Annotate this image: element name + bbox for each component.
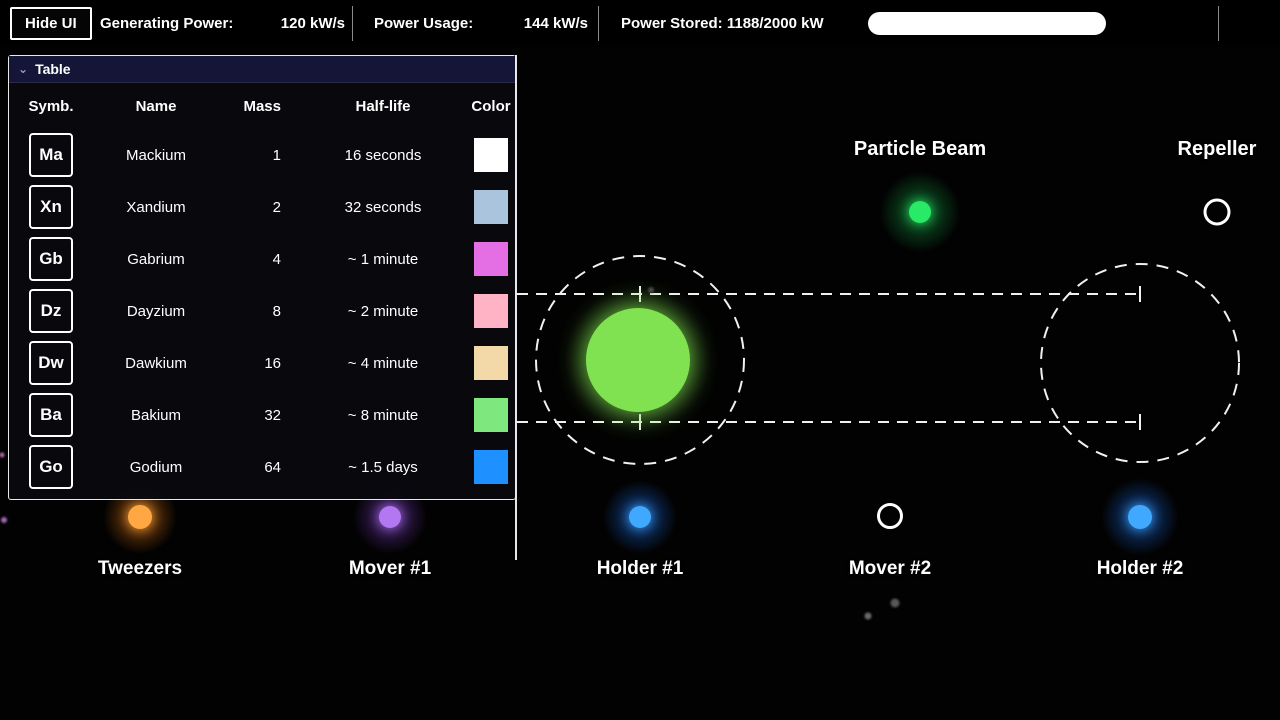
element-half-life: ~ 1.5 days	[348, 458, 418, 476]
element-name: Dawkium	[125, 354, 187, 372]
beam-particle[interactable]	[909, 201, 931, 223]
element-color-swatch	[474, 398, 508, 432]
tweezers-particle[interactable]	[128, 505, 152, 529]
element-name: Dayzium	[126, 302, 186, 320]
col-symbol: Symb.	[28, 97, 74, 115]
table-row: Go Godium 64 ~ 1.5 days	[9, 441, 515, 493]
collapse-chevron-icon: ⌄	[18, 62, 29, 76]
element-name: Bakium	[130, 406, 182, 424]
generating-power-value: 120 kW/s	[280, 15, 345, 32]
element-half-life: ~ 8 minute	[347, 406, 419, 424]
game-screen: Particle Beam Repeller Tweezers Mover #1…	[0, 0, 1280, 720]
debris-particle	[0, 452, 5, 458]
element-color-swatch	[474, 450, 508, 484]
particle-beam-label: Particle Beam	[853, 138, 987, 160]
generating-power-label: Generating Power:	[100, 15, 234, 32]
element-symbol: Ma	[29, 133, 73, 177]
repeller-label: Repeller	[1177, 138, 1257, 160]
held-particle[interactable]	[586, 308, 690, 412]
device-label-tweezers: Tweezers	[97, 558, 183, 579]
device-label-holder2: Holder #2	[1096, 558, 1184, 579]
element-color-swatch	[474, 294, 508, 328]
element-color-swatch	[474, 346, 508, 380]
element-symbol: Ba	[29, 393, 73, 437]
device-label-holder1: Holder #1	[596, 558, 684, 579]
element-mass: 1	[272, 146, 281, 164]
mover1-particle[interactable]	[379, 506, 401, 528]
element-mass: 2	[272, 198, 281, 216]
topbar-divider	[352, 6, 353, 41]
holder2-particle[interactable]	[1128, 505, 1152, 529]
element-half-life: ~ 4 minute	[347, 354, 419, 372]
element-name: Mackium	[125, 146, 186, 164]
table-row: Dw Dawkium 16 ~ 4 minute	[9, 337, 515, 389]
col-color: Color	[471, 97, 511, 115]
element-color-swatch	[474, 242, 508, 276]
table-row: Dz Dayzium 8 ~ 2 minute	[9, 285, 515, 337]
power-usage-value: 144 kW/s	[523, 15, 588, 32]
element-mass: 8	[272, 302, 281, 320]
element-mass: 32	[264, 406, 281, 424]
hide-ui-button[interactable]: Hide UI	[10, 7, 92, 40]
element-half-life: ~ 2 minute	[347, 302, 419, 320]
element-half-life: 16 seconds	[344, 146, 422, 164]
element-symbol: Dz	[29, 289, 73, 333]
table-header-row: Symb. Name Mass Half-life Color	[9, 83, 515, 129]
holder1-particle[interactable]	[629, 506, 651, 528]
debris-particle	[890, 598, 900, 608]
debris-particle	[1, 517, 7, 523]
element-mass: 4	[272, 250, 281, 268]
table-row: Ba Bakium 32 ~ 8 minute	[9, 389, 515, 441]
element-name: Godium	[129, 458, 183, 476]
table-panel-title: Table	[35, 61, 71, 77]
mover2-ring[interactable]	[877, 503, 903, 529]
element-mass: 64	[264, 458, 281, 476]
element-symbol: Gb	[29, 237, 73, 281]
table-row: Ma Mackium 1 16 seconds	[9, 129, 515, 181]
element-half-life: ~ 1 minute	[347, 250, 419, 268]
device-label-mover2: Mover #2	[848, 558, 932, 579]
element-name: Xandium	[126, 198, 186, 216]
col-half-life: Half-life	[355, 97, 411, 115]
device-label-mover1: Mover #1	[348, 558, 432, 579]
element-color-swatch	[474, 138, 508, 172]
power-stored-bar	[868, 12, 1106, 35]
table-row: Gb Gabrium 4 ~ 1 minute	[9, 233, 515, 285]
col-name: Name	[135, 97, 177, 115]
repeller-ring[interactable]	[1203, 198, 1231, 226]
topbar-divider	[1218, 6, 1219, 41]
debris-particle	[648, 287, 654, 293]
element-symbol: Dw	[29, 341, 73, 385]
element-symbol: Go	[29, 445, 73, 489]
table-panel: ⌄ Table Symb. Name Mass Half-life Color …	[8, 55, 516, 500]
debris-particle	[864, 612, 872, 620]
element-symbol: Xn	[29, 185, 73, 229]
table-panel-header[interactable]: ⌄ Table	[9, 56, 515, 83]
power-stored-label: Power Stored: 1188/2000 kW	[621, 15, 824, 32]
col-mass: Mass	[243, 97, 281, 115]
element-mass: 16	[264, 354, 281, 372]
element-name: Gabrium	[127, 250, 185, 268]
table-row: Xn Xandium 2 32 seconds	[9, 181, 515, 233]
top-bar: Hide UI Generating Power: 120 kW/s Power…	[0, 0, 1280, 47]
power-usage-label: Power Usage:	[374, 15, 474, 32]
element-half-life: 32 seconds	[344, 198, 422, 216]
element-color-swatch	[474, 190, 508, 224]
topbar-divider	[598, 6, 599, 41]
